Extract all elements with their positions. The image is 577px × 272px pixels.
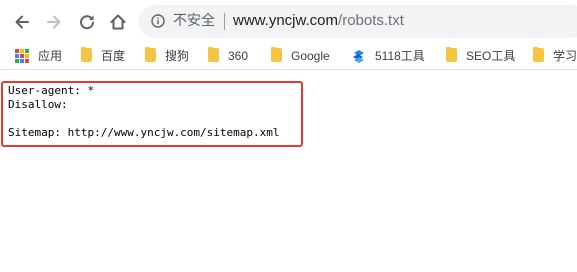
folder-icon [145,47,156,62]
folder-icon [271,47,282,62]
apps-grid-icon [15,49,29,63]
bookmark-seo-tools[interactable]: SEO工具 [446,46,515,66]
browser-toolbar: 不安全 www.yncjw.com/robots.txt [0,0,577,42]
bookmark-study[interactable]: 学习 [533,46,577,66]
home-icon [110,14,126,30]
bookmark-sogou[interactable]: 搜狗 [145,46,189,66]
folder-icon [208,47,219,62]
back-button[interactable] [9,9,35,35]
bookmark-baidu[interactable]: 百度 [81,46,125,66]
bookmark-label: SEO工具 [466,49,516,63]
url-host: www.yncjw.com [233,12,339,29]
url-text[interactable]: www.yncjw.com/robots.txt [233,11,404,31]
forward-button[interactable] [41,9,67,35]
back-arrow-icon [15,15,29,29]
bookmarks-bar: 应用 百度 搜狗 360 Google 5118工具 SEO工具 学习 [0,42,577,70]
bookmark-apps[interactable]: 应用 [15,46,62,66]
reload-button[interactable] [74,9,100,35]
bookmark-360[interactable]: 360 [208,46,248,66]
folder-icon [446,47,457,62]
bookmark-5118[interactable]: 5118工具 [351,46,425,66]
security-status-label[interactable]: 不安全 [173,12,215,30]
address-divider [224,13,225,30]
bookmark-google[interactable]: Google [271,46,330,66]
info-circle-icon[interactable] [151,14,165,28]
folder-icon [533,47,544,62]
address-bar[interactable]: 不安全 www.yncjw.com/robots.txt [138,5,577,38]
bookmark-label: 搜狗 [165,49,190,63]
reload-icon [80,15,94,30]
home-button[interactable] [105,9,131,35]
url-path: /robots.txt [338,12,404,29]
folder-icon [81,47,92,62]
red-highlight-box [1,81,303,147]
bookmark-label: 学习 [553,49,577,63]
bookmark-label: 应用 [38,49,63,63]
5118-logo-icon [353,49,364,63]
bookmark-label: 百度 [101,49,126,63]
forward-arrow-icon [47,15,61,29]
bookmark-label: 360 [228,49,249,63]
bookmark-label: Google [291,49,330,63]
bookmark-label: 5118工具 [375,49,425,63]
